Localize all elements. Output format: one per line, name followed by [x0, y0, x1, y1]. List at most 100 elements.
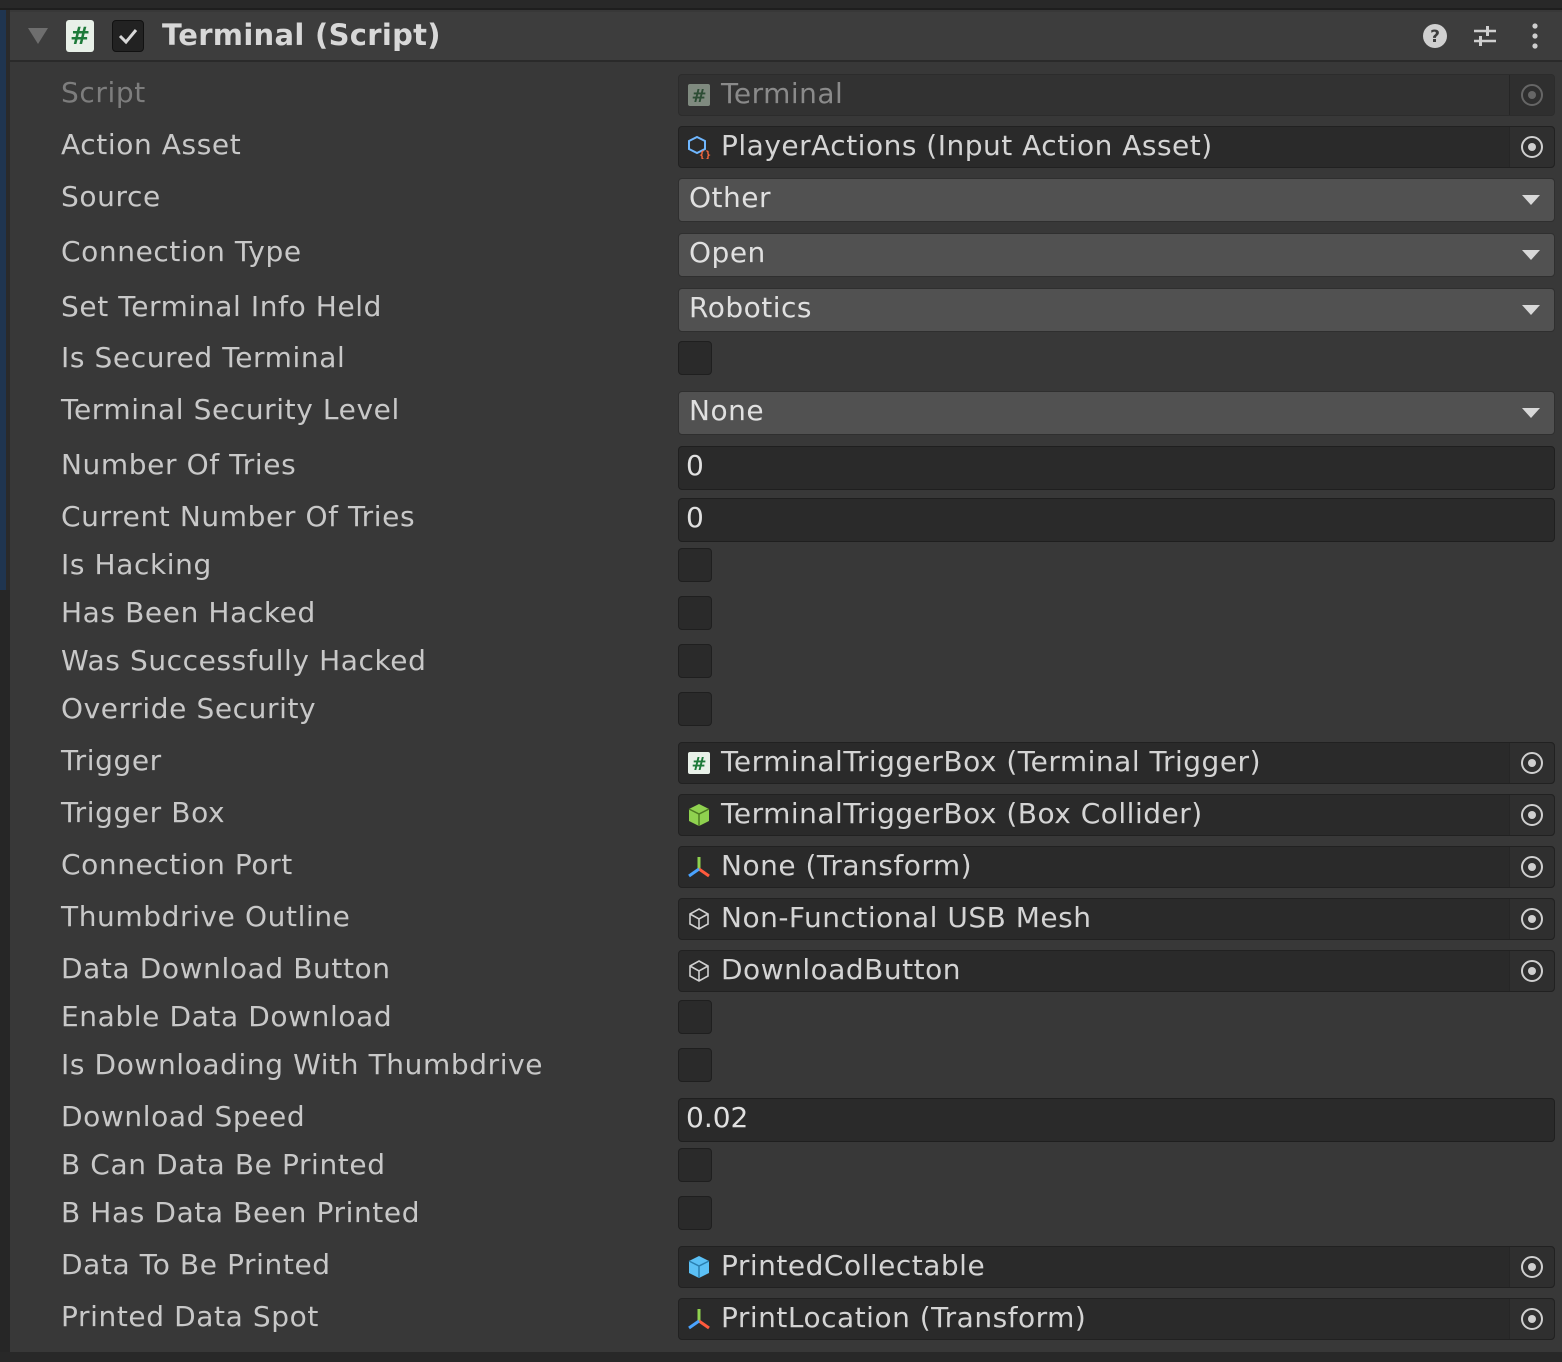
has-been-hacked-checkbox[interactable]: [678, 596, 712, 630]
trigger-box-object-field[interactable]: TerminalTriggerBox (Box Collider): [678, 794, 1555, 836]
data-to-be-printed-object-field[interactable]: PrintedCollectable: [678, 1246, 1555, 1288]
field-label: Trigger: [61, 744, 162, 777]
input-value: 0: [686, 501, 704, 534]
chevron-down-icon: [1522, 250, 1540, 260]
presets-icon[interactable]: [1470, 21, 1500, 51]
field-label: Data Download Button: [61, 952, 391, 985]
object-picker-button[interactable]: [1509, 847, 1554, 887]
object-picker-icon: [1521, 908, 1543, 930]
field-label: Script: [61, 76, 146, 109]
field-label: Connection Port: [61, 848, 293, 881]
object-field-value: TerminalTriggerBox (Box Collider): [721, 797, 1203, 830]
object-picker-icon: [1521, 960, 1543, 982]
component-header[interactable]: # Terminal (Script) ?: [10, 12, 1562, 62]
download-speed-input[interactable]: 0.02: [678, 1098, 1555, 1142]
dropdown-value: Open: [689, 236, 766, 269]
field-label: Has Been Hacked: [61, 596, 316, 629]
field-row-enable-data-download: Enable Data Download: [10, 996, 1562, 1044]
field-label: Number Of Tries: [61, 448, 297, 481]
more-vertical-icon[interactable]: [1520, 21, 1550, 51]
field-row-source: Source Other: [10, 174, 1562, 222]
chevron-down-icon: [1522, 408, 1540, 418]
chevron-down-icon: [1522, 195, 1540, 205]
mesh-icon: [689, 908, 709, 930]
prefab-icon: [688, 1256, 710, 1278]
bottom-border: [0, 1352, 1562, 1362]
object-field-value: None (Transform): [721, 849, 973, 882]
field-label: B Can Data Be Printed: [61, 1148, 386, 1181]
connection-port-object-field[interactable]: None (Transform): [678, 846, 1555, 888]
field-label: Thumbdrive Outline: [61, 900, 351, 933]
foldout-arrow-icon[interactable]: [28, 28, 48, 44]
object-picker-button[interactable]: [1509, 899, 1554, 939]
is-hacking-checkbox[interactable]: [678, 548, 712, 582]
field-row-action-asset: Action Asset {} PlayerActions (Input Act…: [10, 122, 1562, 170]
field-label: Data To Be Printed: [61, 1248, 331, 1281]
field-label: Printed Data Spot: [61, 1300, 319, 1333]
field-row-was-successfully-hacked: Was Successfully Hacked: [10, 640, 1562, 688]
field-row-number-of-tries: Number Of Tries 0: [10, 442, 1562, 490]
enable-data-download-checkbox[interactable]: [678, 1000, 712, 1034]
object-picker-button[interactable]: [1509, 1299, 1554, 1339]
field-label: Download Speed: [61, 1100, 306, 1133]
field-label: Set Terminal Info Held: [61, 290, 383, 323]
object-picker-button: [1509, 75, 1554, 115]
field-row-set-terminal-info-held: Set Terminal Info Held Robotics: [10, 284, 1562, 332]
mesh-icon: [689, 960, 709, 982]
connection-type-dropdown[interactable]: Open: [678, 233, 1555, 277]
object-picker-button[interactable]: [1509, 951, 1554, 991]
svg-text:{}: {}: [699, 150, 711, 159]
terminal-security-level-dropdown[interactable]: None: [678, 391, 1555, 435]
object-picker-button[interactable]: [1509, 1247, 1554, 1287]
was-successfully-hacked-checkbox[interactable]: [678, 644, 712, 678]
box-collider-icon: [688, 804, 710, 826]
transform-icon: [688, 857, 710, 878]
is-downloading-with-thumbdrive-checkbox[interactable]: [678, 1048, 712, 1082]
object-picker-button[interactable]: [1509, 795, 1554, 835]
terminal-info-held-dropdown[interactable]: Robotics: [678, 288, 1555, 332]
b-can-data-be-printed-checkbox[interactable]: [678, 1148, 712, 1182]
scene-view-strip: [0, 10, 6, 590]
object-field-value: TerminalTriggerBox (Terminal Trigger): [721, 745, 1261, 778]
script-hash-icon: #: [688, 752, 710, 775]
field-row-b-can-data-be-printed: B Can Data Be Printed: [10, 1144, 1562, 1192]
object-picker-icon: [1521, 752, 1543, 774]
override-security-checkbox[interactable]: [678, 692, 712, 726]
field-row-script: Script # Terminal: [10, 70, 1562, 118]
object-picker-button[interactable]: [1509, 127, 1554, 167]
component-enabled-checkbox[interactable]: [112, 20, 144, 52]
field-row-download-speed: Download Speed 0.02: [10, 1094, 1562, 1142]
field-row-data-to-be-printed: Data To Be Printed PrintedCollectable: [10, 1242, 1562, 1290]
object-picker-icon: [1521, 856, 1543, 878]
field-row-trigger: Trigger # TerminalTriggerBox (Terminal T…: [10, 738, 1562, 786]
field-label: Current Number Of Tries: [61, 500, 416, 533]
object-field-value: Non-Functional USB Mesh: [721, 901, 1092, 934]
field-label: Action Asset: [61, 128, 242, 161]
field-row-data-download-button: Data Download Button DownloadButton: [10, 946, 1562, 994]
source-dropdown[interactable]: Other: [678, 178, 1555, 222]
printed-data-spot-object-field[interactable]: PrintLocation (Transform): [678, 1298, 1555, 1340]
svg-text:#: #: [691, 86, 706, 107]
field-row-b-has-data-been-printed: B Has Data Been Printed: [10, 1192, 1562, 1240]
data-download-button-object-field[interactable]: DownloadButton: [678, 950, 1555, 992]
help-icon[interactable]: ?: [1420, 21, 1450, 51]
field-row-printed-data-spot: Printed Data Spot PrintLocation (Transfo…: [10, 1294, 1562, 1342]
script-object-field: # Terminal: [678, 74, 1555, 116]
b-has-data-been-printed-checkbox[interactable]: [678, 1196, 712, 1230]
object-picker-button[interactable]: [1509, 743, 1554, 783]
dropdown-value: Robotics: [689, 291, 812, 324]
field-label: Terminal Security Level: [61, 393, 400, 426]
field-row-has-been-hacked: Has Been Hacked: [10, 592, 1562, 640]
object-picker-icon: [1521, 1256, 1543, 1278]
object-picker-icon: [1521, 84, 1543, 106]
field-row-is-secured-terminal: Is Secured Terminal: [10, 337, 1562, 385]
thumbdrive-outline-object-field[interactable]: Non-Functional USB Mesh: [678, 898, 1555, 940]
is-secured-terminal-checkbox[interactable]: [678, 341, 712, 375]
field-row-override-security: Override Security: [10, 688, 1562, 736]
chevron-down-icon: [1522, 305, 1540, 315]
trigger-object-field[interactable]: # TerminalTriggerBox (Terminal Trigger): [678, 742, 1555, 784]
current-number-of-tries-input[interactable]: 0: [678, 498, 1555, 542]
number-of-tries-input[interactable]: 0: [678, 446, 1555, 490]
component-title: Terminal (Script): [162, 18, 441, 52]
action-asset-object-field[interactable]: {} PlayerActions (Input Action Asset): [678, 126, 1555, 168]
